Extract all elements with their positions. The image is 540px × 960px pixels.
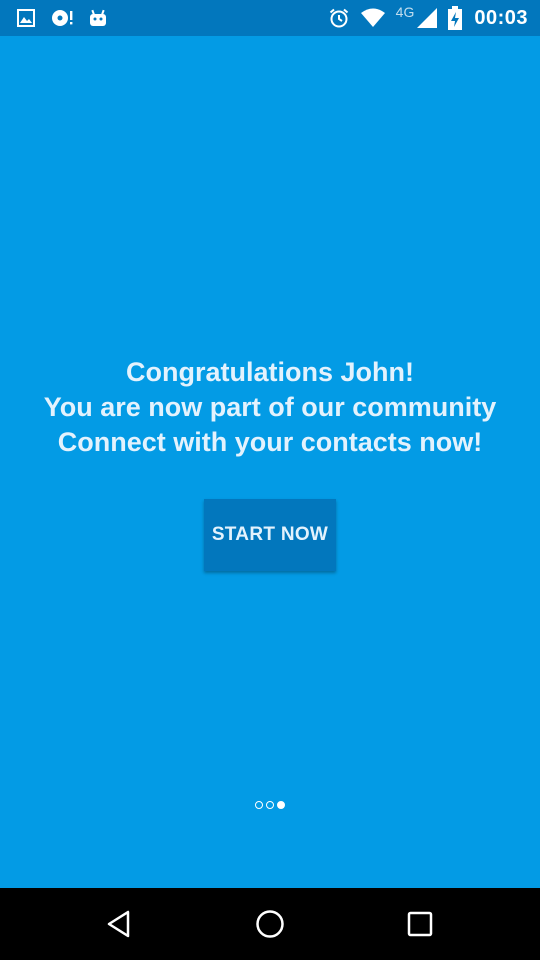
- start-now-button[interactable]: START NOW: [204, 499, 336, 571]
- wifi-icon: [360, 8, 386, 28]
- android-icon: [88, 8, 108, 28]
- back-icon: [107, 910, 130, 938]
- recents-button[interactable]: [375, 888, 465, 960]
- navigation-bar: [0, 888, 540, 960]
- home-button[interactable]: [225, 888, 315, 960]
- welcome-message: Congratulations John! You are now part o…: [0, 355, 540, 460]
- page-indicator-dot: [255, 801, 263, 809]
- message-line-congratulations: Congratulations John!: [126, 357, 414, 387]
- network-type-label: 4G: [395, 4, 415, 20]
- recents-icon: [407, 911, 433, 937]
- signal-icon: [416, 7, 438, 29]
- back-button[interactable]: [75, 888, 165, 960]
- message-line-community: You are now part of our community: [43, 392, 497, 422]
- home-icon: [256, 910, 284, 938]
- battery-charging-icon: [448, 6, 463, 30]
- disc-alert-icon: [50, 8, 74, 28]
- onboarding-screen: 4G 00:03 Congratulations John! You are n…: [0, 0, 540, 960]
- status-bar: 4G 00:03: [0, 0, 540, 36]
- message-line-connect: Connect with your contacts now!: [57, 427, 483, 457]
- alarm-icon: [328, 7, 350, 29]
- page-indicator-dot: [266, 801, 274, 809]
- status-bar-system: 4G 00:03: [328, 0, 528, 36]
- page-indicator: [0, 801, 540, 809]
- gallery-icon: [16, 8, 36, 28]
- status-bar-time: 00:03: [474, 6, 528, 29]
- page-indicator-dot-active: [277, 801, 285, 809]
- status-bar-notifications: [16, 0, 122, 36]
